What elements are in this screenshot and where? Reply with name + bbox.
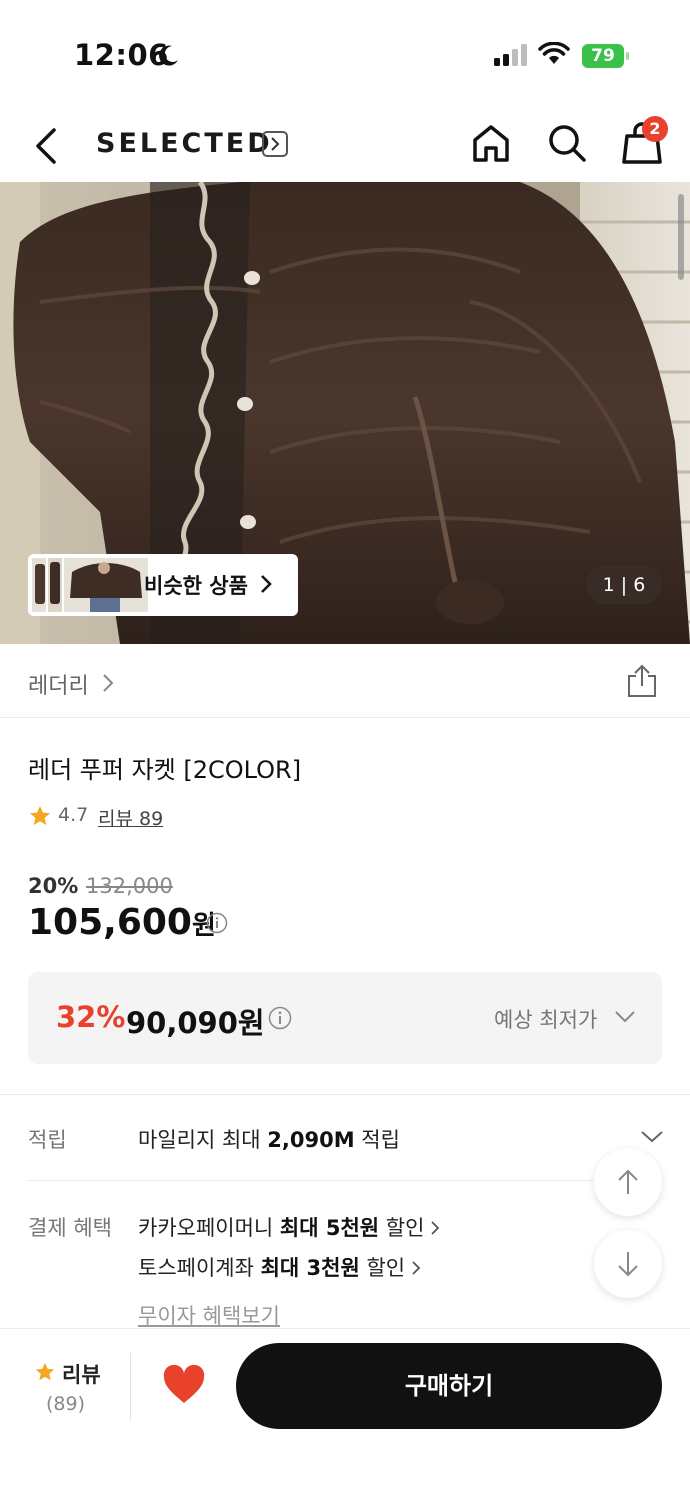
mileage-amount: 2,090M <box>267 1128 355 1152</box>
divider <box>130 1353 131 1421</box>
similar-items-thumbnails <box>32 558 148 612</box>
cart-count-badge: 2 <box>642 116 668 142</box>
info-icon[interactable] <box>268 1006 292 1030</box>
scroll-up-button[interactable] <box>594 1148 662 1216</box>
arrow-down-icon <box>618 1252 638 1277</box>
chevron-right-icon <box>261 575 272 593</box>
bottom-action-bar: 리뷰 (89) 구매하기 <box>0 1328 690 1500</box>
back-icon[interactable] <box>30 126 64 166</box>
chevron-right-icon <box>103 674 114 692</box>
heart-icon[interactable] <box>162 1365 206 1405</box>
arrow-up-icon <box>618 1169 638 1194</box>
sale-price: 105,600원 <box>28 902 216 943</box>
status-time: 12:06 <box>74 38 169 72</box>
chevron-right-icon <box>431 1221 440 1235</box>
cellular-signal-icon <box>494 44 527 66</box>
search-icon[interactable] <box>546 122 588 164</box>
best-price-box[interactable]: 32% 90,090원 예상 최저가 <box>28 972 662 1064</box>
mileage-text: 마일리지 최대 2,090M 적립 <box>138 1124 400 1154</box>
similar-items-label: 비슷한 상품 <box>144 574 248 598</box>
benefit-provider: 토스페이계좌 <box>138 1256 261 1280</box>
payment-benefit-item[interactable]: 카카오페이머니 최대 5천원 할인 <box>138 1212 440 1242</box>
benefit-suffix: 할인 <box>359 1256 406 1280</box>
chevron-down-icon[interactable] <box>640 1130 664 1144</box>
benefit-amount: 최대 5천원 <box>279 1216 380 1240</box>
image-scroll-indicator <box>678 194 684 280</box>
category-row: 레더리 <box>0 644 690 718</box>
divider <box>0 1094 690 1095</box>
brand-name[interactable]: SELECTED <box>96 128 273 159</box>
battery-indicator: 79 <box>582 44 630 68</box>
review-count-link[interactable]: 리뷰 89 <box>98 804 163 831</box>
benefit-provider: 카카오페이머니 <box>138 1216 280 1240</box>
original-price: 132,000 <box>86 874 173 898</box>
mileage-label: 적립 <box>28 1128 67 1152</box>
status-bar: 12:06 79 <box>0 0 690 100</box>
wifi-icon <box>538 42 570 64</box>
buy-button[interactable]: 구매하기 <box>236 1343 662 1429</box>
star-icon <box>35 1362 55 1381</box>
payment-benefit-item[interactable]: 토스페이계좌 최대 3천원 할인 <box>138 1252 421 1282</box>
category-link[interactable]: 레더리 <box>28 668 89 700</box>
payment-benefits-label: 결제 혜택 <box>28 1216 112 1240</box>
rating-value: 4.7 <box>58 804 89 826</box>
info-icon[interactable] <box>206 912 228 934</box>
benefit-suffix: 할인 <box>379 1216 425 1240</box>
chevron-down-icon <box>615 1011 635 1023</box>
share-icon[interactable] <box>626 664 658 698</box>
star-icon <box>30 806 50 825</box>
brand-chevron-box-icon[interactable] <box>262 131 288 157</box>
image-pager: 1 | 6 <box>586 566 662 604</box>
discount-rate: 20% <box>28 874 79 898</box>
mileage-text-pre: 마일리지 최대 <box>138 1128 268 1152</box>
battery-percent: 79 <box>591 46 615 66</box>
interest-free-link[interactable]: 무이자 혜택보기 <box>138 1300 280 1330</box>
scroll-down-button[interactable] <box>594 1230 662 1298</box>
top-nav: SELECTED <box>0 104 690 184</box>
review-button-label[interactable]: 리뷰 <box>62 1359 101 1389</box>
mileage-text-post: 적립 <box>354 1128 400 1152</box>
best-price-value: 90,090원 <box>126 1006 265 1040</box>
product-title: 레더 푸퍼 자켓 [2COLOR] <box>28 756 302 784</box>
best-price-label: 예상 최저가 <box>494 1008 598 1032</box>
divider <box>28 1180 598 1181</box>
home-icon[interactable] <box>470 122 512 164</box>
moon-icon <box>159 45 178 66</box>
review-button-count[interactable]: (89) <box>46 1393 85 1415</box>
sale-price-amount: 105,600 <box>28 902 192 943</box>
best-discount-rate: 32% <box>56 1000 126 1034</box>
similar-items-button[interactable]: 비슷한 상품 <box>28 554 298 616</box>
chevron-right-icon <box>412 1261 421 1275</box>
benefit-amount: 최대 3천원 <box>260 1256 360 1280</box>
